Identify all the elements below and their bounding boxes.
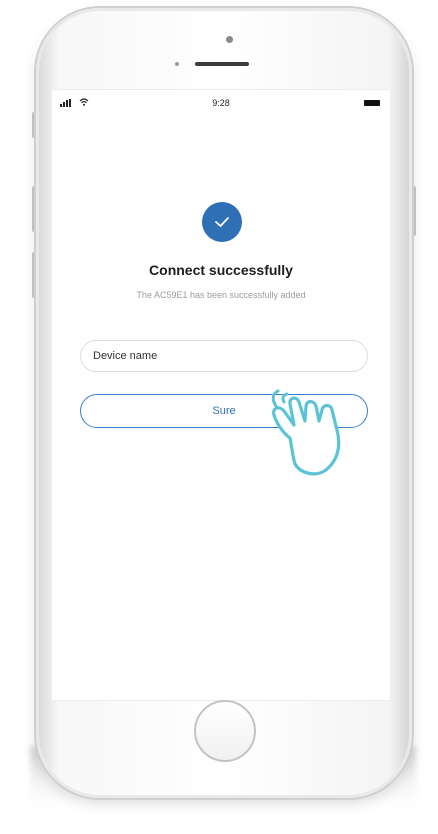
stage: 9:28 Connect successfully The AC59E1 has… bbox=[0, 0, 438, 834]
tap-wave-right bbox=[281, 392, 289, 404]
device-name-field[interactable]: Device name bbox=[80, 340, 368, 372]
earpiece-speaker bbox=[195, 62, 249, 66]
check-icon bbox=[215, 217, 229, 227]
tap-wave-left bbox=[271, 389, 280, 408]
result-message: The AC59E1 has been successfully added bbox=[136, 290, 306, 300]
success-badge bbox=[202, 202, 242, 242]
sure-button-label: Sure bbox=[212, 405, 236, 417]
status-bar: 9:28 bbox=[52, 90, 390, 116]
status-time: 9:28 bbox=[212, 98, 230, 108]
result-title: Connect successfully bbox=[149, 262, 293, 278]
tap-hand-icon bbox=[271, 389, 341, 476]
device-name-value: Device name bbox=[93, 350, 158, 362]
home-button[interactable] bbox=[194, 700, 256, 762]
front-camera bbox=[226, 36, 233, 43]
proximity-sensor bbox=[175, 62, 179, 66]
battery-icon bbox=[364, 100, 380, 106]
